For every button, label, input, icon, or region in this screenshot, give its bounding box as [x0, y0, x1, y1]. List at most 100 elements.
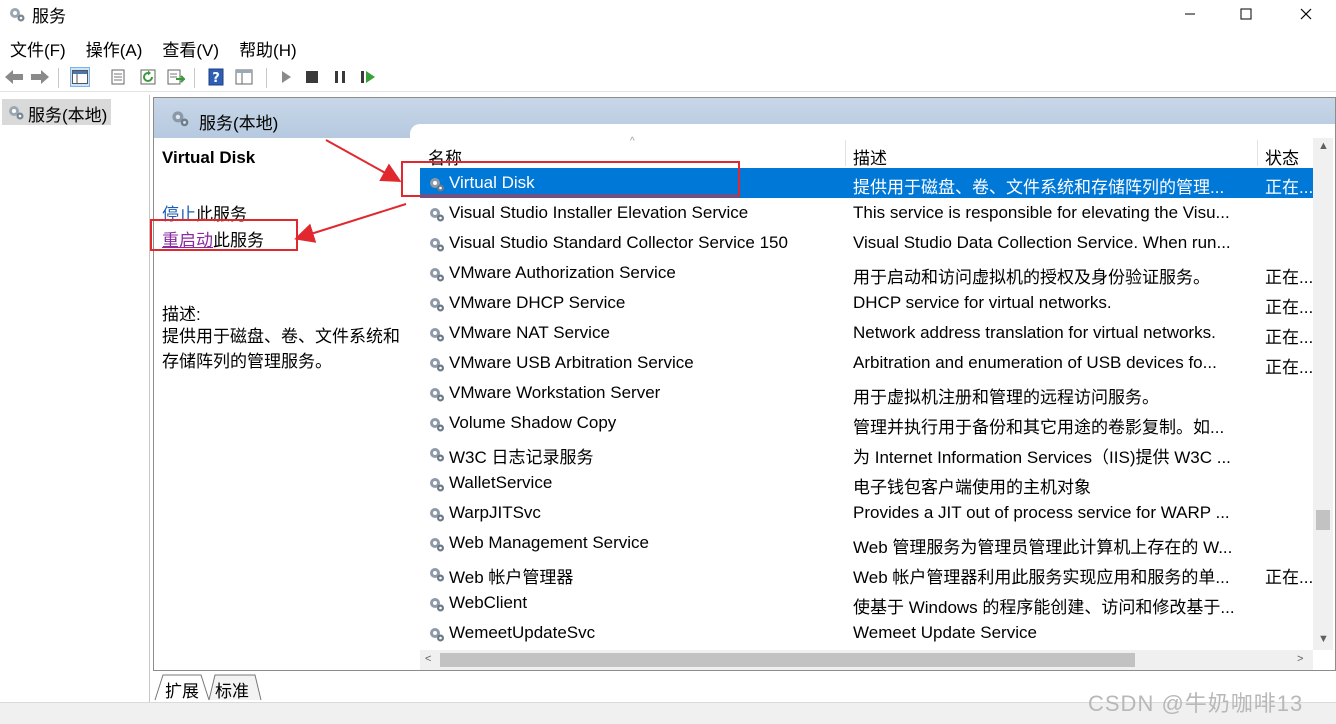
service-gear-icon: [426, 324, 446, 349]
show-hide-tree-icon[interactable]: [70, 67, 90, 87]
minimize-button[interactable]: [1160, 0, 1220, 28]
service-description: This service is responsible for elevatin…: [853, 203, 1230, 222]
restart-service-line: 重启动此服务: [162, 226, 264, 251]
stop-service-icon[interactable]: [302, 67, 322, 87]
service-gear-icon: [426, 564, 446, 589]
refresh-icon[interactable]: [138, 67, 158, 87]
service-name: Volume Shadow Copy: [449, 413, 617, 432]
gear-services-icon: [6, 4, 26, 24]
restart-service-suffix: 此服务: [213, 231, 264, 250]
vertical-scroll-thumb[interactable]: [1316, 510, 1330, 530]
service-row[interactable]: VMware Workstation Server 用于虚拟机注册和管理的远程访问…: [420, 378, 1313, 408]
resume-service-icon[interactable]: [358, 67, 378, 87]
service-description: Network address translation for virtual …: [853, 323, 1216, 342]
column-description[interactable]: 描述: [853, 144, 887, 169]
service-row[interactable]: VMware NAT Service Network address transl…: [420, 318, 1313, 348]
service-gear-icon: [426, 384, 446, 409]
column-name[interactable]: 名称: [428, 144, 462, 169]
tab-extended[interactable]: 扩展: [155, 673, 207, 701]
stop-service-link[interactable]: 停止: [162, 205, 196, 224]
service-row[interactable]: VMware Authorization Service 用于启动和访问虚拟机的授…: [420, 258, 1313, 288]
service-name: WemeetUpdateSvc: [449, 623, 596, 642]
panel-title: 服务(本地): [199, 114, 279, 133]
service-gear-icon: [426, 414, 446, 439]
selected-service-name: Virtual Disk: [162, 148, 256, 167]
service-gear-icon: [426, 174, 446, 199]
window-title: 服务: [32, 7, 66, 26]
service-row[interactable]: WebClient 使基于 Windows 的程序能创建、访问和修改基于...: [420, 588, 1313, 618]
scroll-up-icon[interactable]: ▲: [1318, 140, 1329, 152]
menu-help[interactable]: 帮助(H): [229, 32, 307, 60]
service-row[interactable]: WalletService 电子钱包客户端使用的主机对象: [420, 468, 1313, 498]
description-text: 提供用于磁盘、卷、文件系统和存储阵列的管理服务。: [162, 327, 400, 371]
menu-bar: 文件(F) 操作(A) 查看(V) 帮助(H): [0, 32, 1336, 60]
scroll-right-icon[interactable]: >: [1297, 653, 1303, 665]
service-row[interactable]: VMware DHCP Service DHCP service for virt…: [420, 288, 1313, 318]
scroll-down-icon[interactable]: ▼: [1318, 633, 1329, 645]
column-divider[interactable]: [1257, 140, 1258, 166]
service-name: WebClient: [449, 593, 528, 612]
tree-item-label: 服务(本地): [28, 106, 108, 125]
service-name: VMware DHCP Service: [449, 293, 626, 312]
horizontal-scrollbar[interactable]: < >: [420, 650, 1313, 670]
service-description: Web 管理服务为管理员管理此计算机上存在的 W...: [853, 538, 1233, 557]
start-service-icon[interactable]: [276, 67, 296, 87]
column-divider[interactable]: [845, 140, 846, 166]
service-name: VMware NAT Service: [449, 323, 610, 342]
service-row[interactable]: VMware USB Arbitration Service Arbitratio…: [420, 348, 1313, 378]
service-gear-icon: [426, 294, 446, 319]
service-gear-icon: [426, 204, 446, 229]
service-description: 用于虚拟机注册和管理的远程访问服务。: [853, 388, 1159, 407]
close-button[interactable]: [1276, 0, 1336, 28]
watermark: CSDN @牛奶咖啡13: [1088, 691, 1304, 716]
tree-item-services-local[interactable]: 服务(本地): [2, 99, 112, 125]
service-row[interactable]: Volume Shadow Copy 管理并执行用于备份和其它用途的卷影复制。如.…: [420, 408, 1313, 438]
restart-service-link[interactable]: 重启动: [162, 231, 213, 250]
column-status[interactable]: 状态: [1265, 144, 1299, 169]
console-tree: 服务(本地): [0, 95, 150, 702]
properties-icon[interactable]: [108, 67, 128, 87]
service-name: Web 帐户管理器: [449, 568, 574, 587]
scroll-left-icon[interactable]: <: [425, 653, 431, 665]
service-row[interactable]: Visual Studio Installer Elevation Servic…: [420, 198, 1313, 228]
forward-arrow-icon[interactable]: [30, 67, 50, 87]
toolbar: ?: [0, 62, 1336, 92]
service-description: Web 帐户管理器利用此服务实现应用和服务的单...: [853, 568, 1230, 587]
toolbar-separator: [194, 68, 195, 88]
menu-action[interactable]: 操作(A): [76, 32, 153, 60]
gear-services-icon: [168, 107, 190, 134]
service-row[interactable]: W3C 日志记录服务 为 Internet Information Service…: [420, 438, 1313, 468]
service-row[interactable]: WarpJITSvc Provides a JIT out of process …: [420, 498, 1313, 528]
menu-view[interactable]: 查看(V): [152, 32, 229, 60]
back-arrow-icon[interactable]: [4, 67, 24, 87]
export-list-icon[interactable]: [166, 67, 186, 87]
service-row[interactable]: Web Management Service Web 管理服务为管理员管理此计算机…: [420, 528, 1313, 558]
stop-service-line: 停止此服务: [162, 200, 247, 225]
service-name: W3C 日志记录服务: [449, 448, 594, 467]
service-gear-icon: [426, 354, 446, 379]
vertical-scrollbar[interactable]: ▲ ▼: [1313, 138, 1333, 650]
stop-service-suffix: 此服务: [196, 205, 247, 224]
service-row[interactable]: Visual Studio Standard Collector Service…: [420, 228, 1313, 258]
service-description: 为 Internet Information Services（IIS)提供 W…: [853, 448, 1231, 467]
menu-file[interactable]: 文件(F): [0, 32, 76, 60]
service-gear-icon: [426, 234, 446, 259]
services-panel: 服务(本地) Virtual Disk 停止此服务 重启动此服务 描述: 提供用…: [153, 97, 1336, 671]
tab-standard[interactable]: 标准: [205, 673, 257, 701]
service-name: WalletService: [449, 473, 553, 492]
service-gear-icon: [426, 474, 446, 499]
view-icon[interactable]: [234, 67, 254, 87]
service-row[interactable]: Web 帐户管理器 Web 帐户管理器利用此服务实现应用和服务的单... 正在...: [420, 558, 1313, 588]
toolbar-separator: [266, 68, 267, 88]
service-row[interactable]: WemeetUpdateSvc Wemeet Update Service: [420, 618, 1313, 648]
service-row[interactable]: Virtual Disk 提供用于磁盘、卷、文件系统和存储阵列的管理... 正在..…: [420, 168, 1313, 198]
maximize-button[interactable]: [1216, 0, 1276, 28]
pause-service-icon[interactable]: [330, 67, 350, 87]
service-name: VMware USB Arbitration Service: [449, 353, 694, 372]
minimize-icon: [1184, 8, 1196, 20]
service-description: Arbitration and enumeration of USB devic…: [853, 353, 1217, 372]
horizontal-scroll-thumb[interactable]: [440, 653, 1135, 667]
service-status: 正在...: [1265, 268, 1313, 287]
maximize-icon: [1240, 8, 1252, 20]
help-icon[interactable]: ?: [206, 67, 226, 87]
